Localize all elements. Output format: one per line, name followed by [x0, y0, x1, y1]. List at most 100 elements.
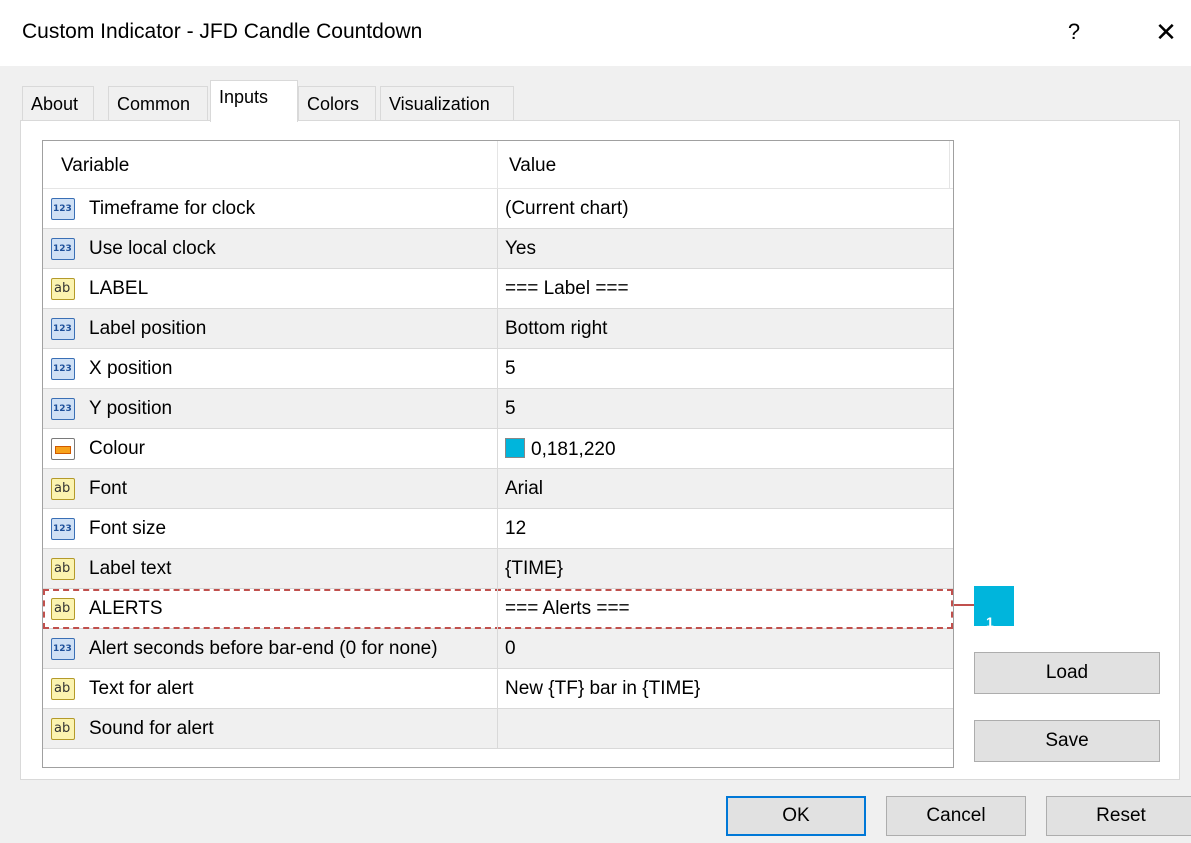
color-swatch	[505, 438, 525, 458]
string-type-icon: ab	[51, 598, 75, 620]
help-button[interactable]: ?	[1056, 14, 1092, 50]
variable-cell[interactable]: 123 Use local clock	[43, 229, 498, 269]
value-cell[interactable]: 5	[505, 398, 516, 420]
value-cell[interactable]: Yes	[505, 238, 536, 260]
table-row[interactable]: 123 X position 5	[43, 349, 953, 389]
value-cell[interactable]: Bottom right	[505, 318, 607, 340]
value-text: 0,181,220	[531, 439, 616, 460]
tab-visualization[interactable]: Visualization	[380, 86, 514, 120]
table-row[interactable]: ab Sound for alert	[43, 709, 953, 749]
value-text: === Label ===	[505, 278, 629, 299]
column-divider-right	[949, 141, 950, 189]
variable-name: Sound for alert	[89, 718, 214, 739]
value-cell[interactable]: 12	[505, 518, 526, 540]
tab-about[interactable]: About	[22, 86, 94, 120]
table-row[interactable]: 123 Alert seconds before bar-end (0 for n…	[43, 629, 953, 669]
inputs-grid[interactable]: Variable Value 123 Timeframe for clock (Cu…	[42, 140, 954, 768]
close-button[interactable]: ✕	[1148, 14, 1184, 50]
table-row[interactable]: Colour 0,181,220	[43, 429, 953, 469]
string-type-icon: ab	[51, 558, 75, 580]
ok-button[interactable]: OK	[726, 796, 866, 836]
grid-header: Variable Value	[43, 141, 953, 189]
value-cell[interactable]: New {TF} bar in {TIME}	[505, 678, 700, 700]
variable-name: Font	[89, 478, 128, 499]
value-text: Yes	[505, 238, 536, 259]
value-text: {TIME}	[505, 558, 564, 579]
variable-name: Timeframe for clock	[89, 198, 256, 219]
variable-cell[interactable]: 123 Alert seconds before bar-end (0 for n…	[43, 629, 498, 669]
variable-name: Y position	[89, 398, 173, 419]
table-row[interactable]: ab Label text {TIME}	[43, 549, 953, 589]
table-row[interactable]: ab ALERTS === Alerts ===	[43, 589, 953, 629]
table-row[interactable]: ab LABEL === Label ===	[43, 269, 953, 309]
variable-cell[interactable]: ab Label text	[43, 549, 498, 589]
variable-cell[interactable]: 123 Label position	[43, 309, 498, 349]
tab-inputs[interactable]: Inputs	[210, 80, 298, 122]
value-text: Bottom right	[505, 318, 608, 339]
title-bar: Custom Indicator - JFD Candle Countdown …	[0, 0, 1191, 66]
value-text: 5	[505, 358, 516, 379]
string-type-icon: ab	[51, 478, 75, 500]
variable-cell[interactable]: ab Sound for alert	[43, 709, 498, 749]
variable-name: ALERTS	[89, 598, 163, 619]
value-text: 12	[505, 518, 527, 539]
tab-common[interactable]: Common	[108, 86, 208, 120]
value-cell[interactable]: Arial	[505, 478, 543, 500]
variable-name: Text for alert	[89, 678, 194, 699]
value-cell[interactable]: 0,181,220	[505, 438, 616, 461]
variable-name: Use local clock	[89, 238, 216, 259]
number-type-icon: 123	[51, 238, 75, 260]
variable-name: Font size	[89, 518, 167, 539]
value-cell[interactable]: 5	[505, 358, 516, 380]
value-cell[interactable]: === Label ===	[505, 278, 629, 300]
table-row[interactable]: 123 Y position 5	[43, 389, 953, 429]
save-button[interactable]: Save	[974, 720, 1160, 762]
table-row[interactable]: 123 Font size 12	[43, 509, 953, 549]
cancel-button[interactable]: Cancel	[886, 796, 1026, 836]
string-type-icon: ab	[51, 678, 75, 700]
variable-name: Alert seconds before bar-end (0 for none…	[89, 638, 438, 659]
variable-cell[interactable]: 123 X position	[43, 349, 498, 389]
window-title: Custom Indicator - JFD Candle Countdown	[22, 20, 423, 43]
variable-cell[interactable]: Colour	[43, 429, 498, 469]
table-row[interactable]: 123 Timeframe for clock (Current chart)	[43, 189, 953, 229]
string-type-icon: ab	[51, 718, 75, 740]
variable-cell[interactable]: ab LABEL	[43, 269, 498, 309]
number-type-icon: 123	[51, 518, 75, 540]
reset-button[interactable]: Reset	[1046, 796, 1191, 836]
callout-number: 1	[986, 614, 994, 630]
table-row[interactable]: ab Text for alert New {TF} bar in {TIME}	[43, 669, 953, 709]
variable-name: LABEL	[89, 278, 149, 299]
number-type-icon: 123	[51, 358, 75, 380]
column-header-value[interactable]: Value	[509, 155, 556, 177]
number-type-icon: 123	[51, 398, 75, 420]
variable-cell[interactable]: ab Text for alert	[43, 669, 498, 709]
value-text: 0	[505, 638, 516, 659]
value-text: Arial	[505, 478, 544, 499]
variable-cell[interactable]: 123 Timeframe for clock	[43, 189, 498, 229]
table-row[interactable]: 123 Label position Bottom right	[43, 309, 953, 349]
variable-name: Label position	[89, 318, 207, 339]
variable-cell[interactable]: ab Font	[43, 469, 498, 509]
tab-colors[interactable]: Colors	[298, 86, 376, 120]
table-row[interactable]: 123 Use local clock Yes	[43, 229, 953, 269]
value-text: New {TF} bar in {TIME}	[505, 678, 701, 699]
value-text: === Alerts ===	[505, 598, 630, 619]
value-text: (Current chart)	[505, 198, 629, 219]
value-cell[interactable]: {TIME}	[505, 558, 563, 580]
load-button[interactable]: Load	[974, 652, 1160, 694]
variable-cell[interactable]: 123 Font size	[43, 509, 498, 549]
value-cell[interactable]: === Alerts ===	[505, 598, 630, 620]
variable-name: X position	[89, 358, 173, 379]
column-divider[interactable]	[497, 141, 498, 189]
variable-cell[interactable]: ab ALERTS	[43, 589, 498, 629]
table-row[interactable]: ab Font Arial	[43, 469, 953, 509]
variable-name: Colour	[89, 438, 145, 459]
string-type-icon: ab	[51, 278, 75, 300]
column-header-variable[interactable]: Variable	[61, 155, 129, 177]
variable-cell[interactable]: 123 Y position	[43, 389, 498, 429]
value-cell[interactable]: (Current chart)	[505, 198, 629, 220]
number-type-icon: 123	[51, 198, 75, 220]
value-cell[interactable]: 0	[505, 638, 516, 660]
variable-name: Label text	[89, 558, 172, 579]
